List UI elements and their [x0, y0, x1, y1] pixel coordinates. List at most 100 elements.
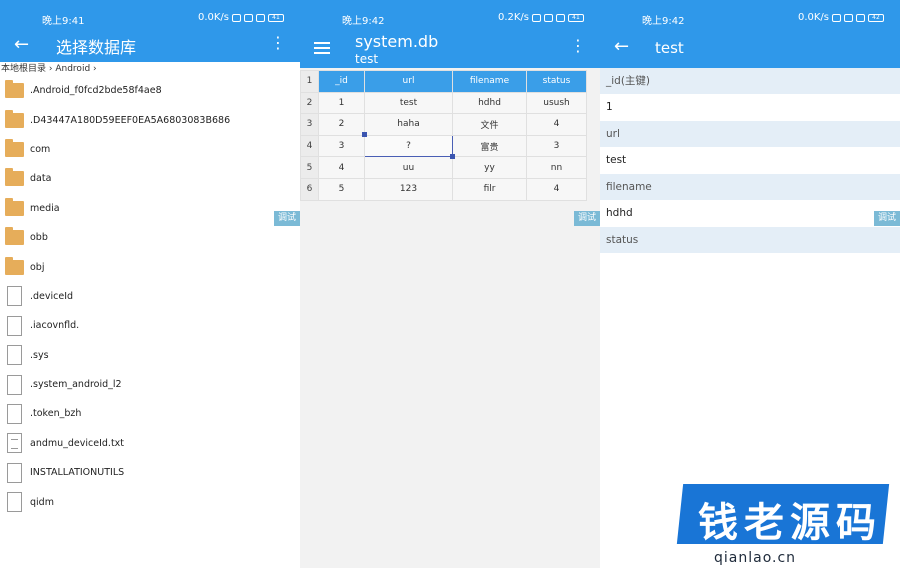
file-list-item[interactable]: data [0, 164, 300, 193]
folder-icon [5, 197, 24, 216]
database-title: system.db [355, 32, 439, 51]
column-header[interactable]: url [364, 70, 453, 93]
status-time: 晚上9:42 [642, 16, 685, 27]
table-cell[interactable]: yy [452, 156, 527, 179]
wifi-icon [556, 13, 565, 22]
file-list-item[interactable]: andmu_deviceId.txt [0, 429, 300, 458]
file-list-item[interactable]: .system_android_l2 [0, 370, 300, 399]
status-bar: 晚上9:42 0.0K/s 42 [600, 0, 900, 30]
selection-handle[interactable] [362, 132, 367, 137]
field-value-url[interactable]: test [600, 147, 900, 174]
alarm-icon [532, 13, 541, 22]
text-file-icon [7, 433, 22, 454]
table-cell[interactable]: nn [526, 156, 587, 179]
file-name: qidm [30, 496, 54, 508]
row-number: 4 [300, 134, 319, 158]
table-cell[interactable]: 5 [318, 177, 365, 201]
file-list-item[interactable]: obb [0, 223, 300, 252]
back-arrow-icon[interactable]: ← [614, 36, 629, 57]
column-header[interactable]: filename [452, 70, 527, 93]
file-name: .system_android_l2 [30, 379, 122, 391]
table-cell[interactable]: 1 [318, 91, 365, 115]
debug-button[interactable]: 调试 [274, 211, 300, 226]
file-list-item[interactable]: .sys [0, 341, 300, 370]
file-list-item[interactable]: .token_bzh [0, 399, 300, 428]
file-list-item[interactable]: qidm [0, 487, 300, 516]
file-list-item[interactable]: INSTALLATIONUTILS [0, 458, 300, 487]
file-name: .sys [30, 349, 49, 361]
debug-button[interactable]: 调试 [574, 211, 600, 226]
table-cell[interactable]: hdhd [452, 91, 527, 115]
file-icon [7, 315, 22, 336]
battery-icon: 42 [868, 13, 884, 22]
row-number: 6 [300, 177, 319, 201]
status-time: 晚上9:41 [42, 16, 85, 27]
app-bar: ← 选择数据库 ⋮ [0, 30, 300, 62]
folder-icon [5, 109, 24, 128]
table-row: 2 1 test hdhd usush [300, 91, 587, 115]
breadcrumb-android[interactable]: Android [55, 64, 90, 74]
file-name: andmu_deviceId.txt [30, 437, 125, 449]
field-value-filename[interactable]: hdhd [600, 200, 900, 227]
more-menu-icon[interactable]: ⋮ [270, 33, 286, 52]
file-list: .Android_f0fcd2bde58f4ae8 .D43447A180D59E… [0, 76, 300, 517]
row-number: 1 [300, 70, 319, 93]
file-list-item[interactable]: .deviceId [0, 282, 300, 311]
file-list-item[interactable]: media [0, 194, 300, 223]
signal-icon [544, 13, 553, 22]
signal-icon [844, 13, 853, 22]
status-bar: 晚上9:41 0.0K/s 41 [0, 0, 300, 30]
column-header[interactable]: _id [318, 70, 365, 93]
data-table: 1 _id url filename status 2 1 test hdhd usus… [300, 70, 587, 201]
wifi-icon [856, 13, 865, 22]
folder-icon [5, 256, 24, 275]
network-speed: 0.0K/s [797, 12, 829, 23]
file-list-item[interactable]: .D43447A180D59EEF0EA5A6803083B686 [0, 105, 300, 134]
table-cell[interactable]: filr [452, 177, 527, 201]
field-label-status: status [600, 227, 900, 253]
selection-handle[interactable] [450, 154, 455, 159]
field-value-id[interactable]: 1 [600, 94, 900, 121]
table-cell[interactable]: ? [364, 134, 453, 158]
network-speed: 0.0K/s [197, 12, 229, 23]
table-cell[interactable]: haha [364, 113, 453, 136]
table-cell[interactable]: 2 [318, 113, 365, 136]
field-label-id: _id(主键) [600, 68, 900, 94]
folder-icon [5, 227, 24, 246]
more-menu-icon[interactable]: ⋮ [570, 36, 586, 55]
field-label-filename: filename [600, 174, 900, 200]
debug-button[interactable]: 调试 [874, 211, 900, 226]
app-bar: ← test [600, 30, 900, 68]
table-cell[interactable]: 4 [526, 113, 587, 136]
table-cell[interactable]: 4 [318, 156, 365, 179]
file-list-item[interactable]: com [0, 135, 300, 164]
file-picker-screen: 晚上9:41 0.0K/s 41 ← 选择数据库 ⋮ 本地根目录 › Andro… [0, 0, 300, 568]
table-cell[interactable]: 3 [318, 134, 365, 158]
alarm-icon [232, 13, 241, 22]
table-row: 3 2 haha 文件 4 [300, 113, 587, 136]
table-cell[interactable]: 123 [364, 177, 453, 201]
record-title: test [655, 39, 684, 57]
file-icon [7, 462, 22, 483]
file-list-item[interactable]: .Android_f0fcd2bde58f4ae8 [0, 76, 300, 105]
table-cell[interactable]: 3 [526, 134, 587, 158]
battery-icon: 41 [568, 13, 584, 22]
row-number: 2 [300, 91, 319, 115]
table-cell[interactable]: usush [526, 91, 587, 115]
breadcrumb: 本地根目录 › Android › [0, 62, 300, 76]
table-row: 5 4 uu yy nn [300, 156, 587, 179]
table-cell[interactable]: test [364, 91, 453, 115]
file-list-item[interactable]: .iacovnfld. [0, 311, 300, 340]
file-name: data [30, 173, 52, 185]
table-cell[interactable]: 富贵 [452, 134, 527, 158]
breadcrumb-root[interactable]: 本地根目录 [1, 64, 46, 74]
back-arrow-icon[interactable]: ← [14, 34, 29, 55]
table-cell[interactable]: 文件 [452, 113, 527, 136]
status-bar: 晚上9:42 0.2K/s 41 [300, 0, 600, 30]
battery-icon: 41 [268, 13, 284, 22]
table-cell[interactable]: uu [364, 156, 453, 179]
table-cell[interactable]: 4 [526, 177, 587, 201]
file-list-item[interactable]: obj [0, 252, 300, 281]
column-header[interactable]: status [526, 70, 587, 93]
menu-icon[interactable] [314, 42, 330, 57]
